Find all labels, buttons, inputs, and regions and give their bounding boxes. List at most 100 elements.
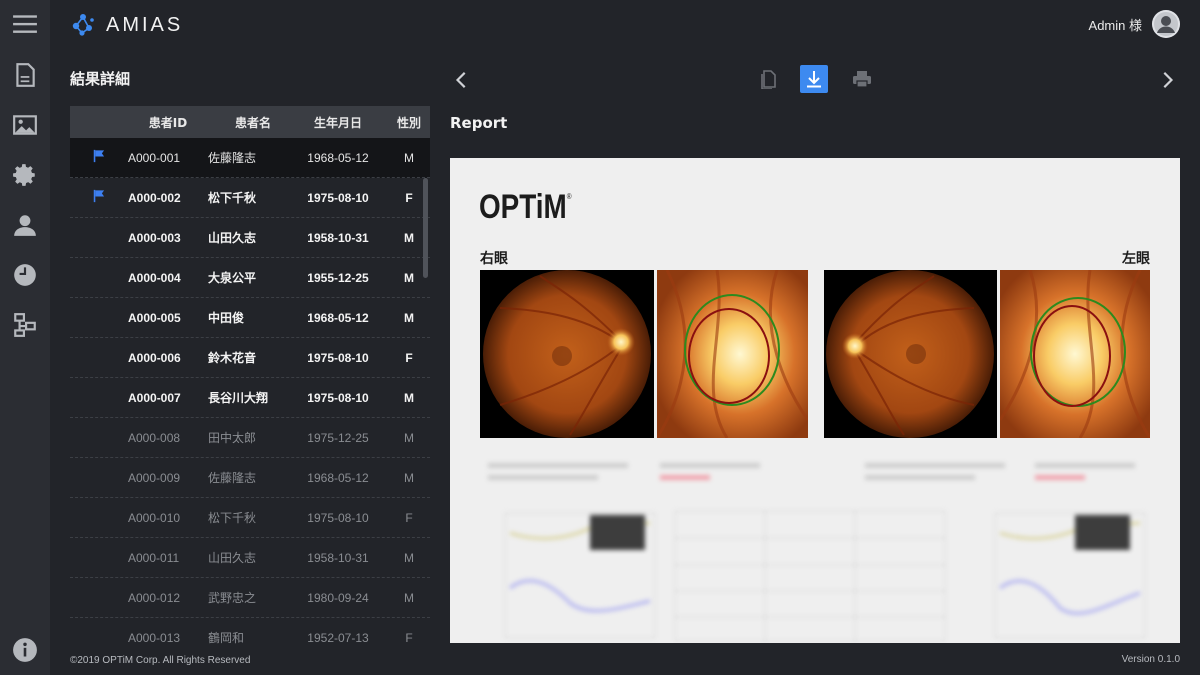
prev-report-button[interactable] xyxy=(448,66,476,94)
patient-name-cell: 長谷川大翔 xyxy=(208,391,269,405)
birth-date-cell: 1975-08-10 xyxy=(307,350,369,365)
patient-name-cell: 中田俊 xyxy=(208,311,245,325)
patient-id-cell: A000-003 xyxy=(128,230,181,245)
birth-date-cell: 1968-05-12 xyxy=(307,310,369,325)
patient-table: 患者ID 患者名 生年月日 性別 A000-001 佐藤隆志 1968-05-12 M… xyxy=(70,106,430,646)
birth-date-cell: 1968-05-12 xyxy=(307,150,369,165)
patient-name-cell: 田中太郎 xyxy=(208,431,257,445)
image-icon[interactable] xyxy=(11,111,39,139)
table-row[interactable]: A000-012 武野忠之 1980-09-24 M xyxy=(70,578,430,618)
table-row[interactable]: A000-009 佐藤隆志 1968-05-12 M xyxy=(70,458,430,498)
patient-name-cell: 山田久志 xyxy=(208,231,257,245)
patient-id-cell: A000-005 xyxy=(128,310,181,325)
table-row[interactable]: A000-011 山田久志 1958-10-31 M xyxy=(70,538,430,578)
report-logo: OPTiM® xyxy=(479,188,572,226)
network-icon[interactable] xyxy=(11,311,39,339)
birth-date-cell: 1952-07-13 xyxy=(307,630,369,645)
brand-name: AMIAS xyxy=(106,13,184,36)
patient-name-cell: 山田久志 xyxy=(208,551,257,565)
column-header-name[interactable]: 患者名 xyxy=(208,114,298,131)
sidebar-rail xyxy=(0,0,50,675)
chevron-left-icon xyxy=(455,72,466,88)
patient-id-cell: A000-013 xyxy=(128,630,181,645)
download-icon xyxy=(807,71,821,88)
flag-cell[interactable] xyxy=(70,149,128,166)
patient-name-cell: 佐藤隆志 xyxy=(208,151,257,165)
patient-name-cell: 佐藤隆志 xyxy=(208,471,257,485)
table-row[interactable]: A000-005 中田俊 1968-05-12 M xyxy=(70,298,430,338)
birth-date-cell: 1975-08-10 xyxy=(307,510,369,525)
column-header-sex[interactable]: 性別 xyxy=(388,114,430,131)
sex-cell: M xyxy=(404,390,414,405)
sex-cell: M xyxy=(404,150,414,165)
download-button[interactable] xyxy=(800,65,828,93)
left-eye-fundus-image xyxy=(824,270,997,438)
patient-id-cell: A000-004 xyxy=(128,270,181,285)
user-icon[interactable] xyxy=(11,211,39,239)
patient-id-cell: A000-010 xyxy=(128,510,181,525)
patient-id-cell: A000-011 xyxy=(128,550,180,565)
birth-date-cell: 1958-10-31 xyxy=(307,230,369,245)
table-row[interactable]: A000-006 鈴木花音 1975-08-10 F xyxy=(70,338,430,378)
birth-date-cell: 1975-08-10 xyxy=(307,190,369,205)
column-header-birth[interactable]: 生年月日 xyxy=(298,114,388,131)
table-scrollbar[interactable] xyxy=(423,178,428,278)
birth-date-cell: 1958-10-31 xyxy=(307,550,369,565)
patient-name-cell: 鈴木花音 xyxy=(208,351,257,365)
copyright: ©2019 OPTiM Corp. All Rights Reserved xyxy=(70,655,251,666)
birth-date-cell: 1975-08-10 xyxy=(307,390,369,405)
right-eye-fundus-image xyxy=(480,270,654,438)
report-title: Report xyxy=(450,114,508,132)
right-eye-disc-image xyxy=(657,270,808,438)
table-body: A000-001 佐藤隆志 1968-05-12 M A000-002 松下千秋 1975-… xyxy=(70,138,430,646)
patient-id-cell: A000-008 xyxy=(128,430,181,445)
table-row[interactable]: A000-007 長谷川大翔 1975-08-10 M xyxy=(70,378,430,418)
sex-cell: M xyxy=(404,550,414,565)
user-name: Admin 様 xyxy=(1088,17,1142,33)
patient-name-cell: 鶴岡和 xyxy=(208,631,245,645)
birth-date-cell: 1980-09-24 xyxy=(307,590,369,605)
left-eye-disc-image xyxy=(1000,270,1150,438)
birth-date-cell: 1968-05-12 xyxy=(307,470,369,485)
table-row[interactable]: A000-008 田中太郎 1975-12-25 M xyxy=(70,418,430,458)
flag-icon[interactable] xyxy=(92,149,106,166)
patient-id-cell: A000-002 xyxy=(128,190,181,205)
info-icon[interactable] xyxy=(11,636,39,664)
patient-name-cell: 松下千秋 xyxy=(208,191,257,205)
document-icon[interactable] xyxy=(11,61,39,89)
print-button[interactable] xyxy=(848,65,876,93)
clock-icon[interactable] xyxy=(11,261,39,289)
flag-cell[interactable] xyxy=(70,189,128,206)
table-row[interactable]: A000-004 大泉公平 1955-12-25 M xyxy=(70,258,430,298)
user-menu[interactable]: Admin 様 xyxy=(1089,10,1180,38)
sex-cell: F xyxy=(405,350,413,365)
sex-cell: F xyxy=(405,510,413,525)
column-header-id[interactable]: 患者ID xyxy=(128,114,208,131)
gear-icon[interactable] xyxy=(11,161,39,189)
flag-icon[interactable] xyxy=(92,189,106,206)
sex-cell: F xyxy=(405,630,413,645)
chevron-right-icon xyxy=(1163,72,1174,88)
avatar-icon[interactable] xyxy=(1152,10,1180,38)
brand[interactable]: AMIAS xyxy=(70,12,183,38)
table-row[interactable]: A000-010 松下千秋 1975-08-10 F xyxy=(70,498,430,538)
copy-icon xyxy=(761,70,776,89)
next-report-button[interactable] xyxy=(1153,66,1181,94)
table-row[interactable]: A000-003 山田久志 1958-10-31 M xyxy=(70,218,430,258)
table-row[interactable]: A000-002 松下千秋 1975-08-10 F xyxy=(70,178,430,218)
menu-icon[interactable] xyxy=(11,10,39,38)
version: Version 0.1.0 xyxy=(1121,654,1180,665)
table-row[interactable]: A000-001 佐藤隆志 1968-05-12 M xyxy=(70,138,430,178)
sex-cell: M xyxy=(404,310,414,325)
copy-button[interactable] xyxy=(754,65,782,93)
patient-id-cell: A000-007 xyxy=(128,390,181,405)
right-eye-label: 右眼 xyxy=(480,251,508,267)
sex-cell: M xyxy=(404,590,414,605)
birth-date-cell: 1955-12-25 xyxy=(307,270,369,285)
print-icon xyxy=(853,71,871,88)
table-row[interactable]: A000-013 鶴岡和 1952-07-13 F xyxy=(70,618,430,646)
brand-logo-icon xyxy=(72,14,94,36)
report-document[interactable]: OPTiM® 右眼 左眼 xyxy=(450,158,1180,643)
blurred-report-details xyxy=(450,453,1180,643)
patient-id-cell: A000-006 xyxy=(128,350,181,365)
